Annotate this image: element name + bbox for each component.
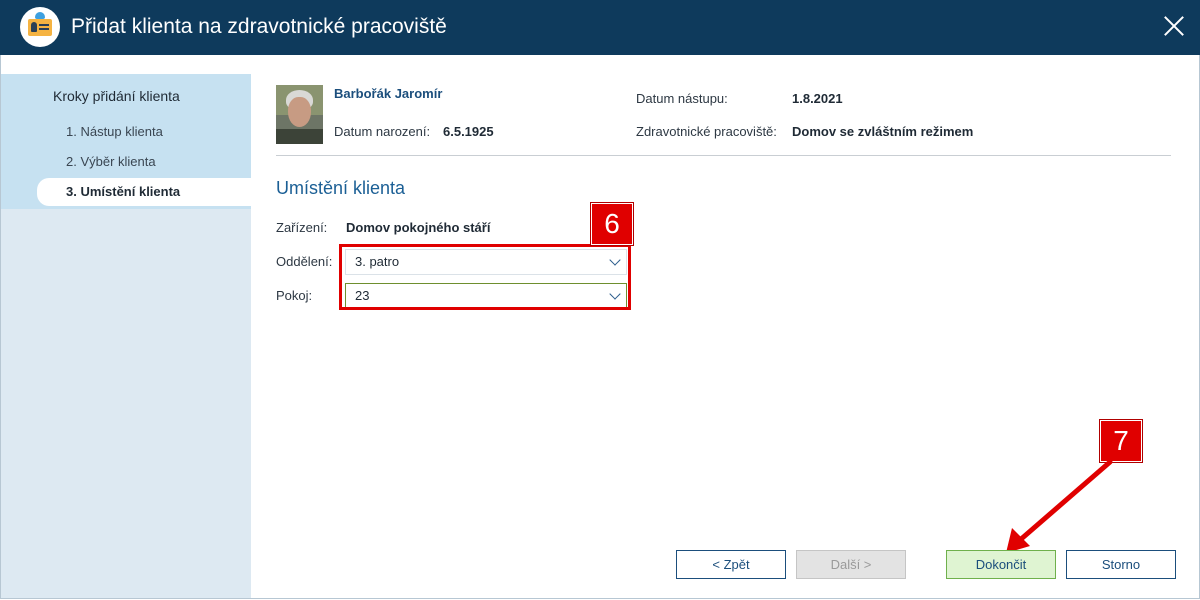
start-date-value: 1.8.2021 — [792, 91, 843, 106]
start-date-label: Datum nástupu: — [636, 91, 728, 106]
callout-badge-6: 6 — [591, 203, 633, 245]
callout-badge-7: 7 — [1100, 420, 1142, 462]
window-title: Přidat klienta na zdravotnické pracovišt… — [71, 15, 447, 38]
back-button[interactable]: < Zpět — [676, 550, 786, 579]
finish-button[interactable]: Dokončit — [946, 550, 1056, 579]
header-divider — [276, 155, 1171, 156]
step-umisteni-klienta[interactable]: 3. Umístění klienta — [37, 178, 251, 206]
birth-date-label: Datum narození: — [334, 124, 431, 139]
step-nastup-klienta[interactable]: 1. Nástup klienta — [66, 124, 163, 139]
birth-date-value: 6.5.1925 — [443, 124, 494, 139]
client-photo — [276, 85, 323, 144]
workplace-value: Domov se zvláštním režimem — [792, 124, 974, 139]
room-label: Pokoj: — [276, 288, 313, 303]
facility-value: Domov pokojného stáří — [346, 220, 491, 235]
step-vyber-klienta[interactable]: 2. Výběr klienta — [66, 154, 156, 169]
step-umisteni-label: 3. Umístění klienta — [66, 184, 181, 199]
callout-highlight — [339, 244, 631, 310]
department-label: Oddělení: — [276, 254, 333, 269]
title-bar: Přidat klienta na zdravotnické pracovišt… — [0, 0, 1200, 55]
facility-label: Zařízení: — [276, 220, 328, 235]
steps-heading: Kroky přidání klienta — [53, 88, 180, 104]
client-card-icon — [20, 7, 60, 47]
workplace-label: Zdravotnické pracoviště: — [636, 124, 777, 139]
cancel-button[interactable]: Storno — [1066, 550, 1176, 579]
close-icon[interactable] — [1158, 11, 1191, 44]
section-title: Umístění klienta — [276, 178, 406, 198]
client-name: Barbořák Jaromír — [334, 86, 443, 101]
next-button[interactable]: Další > — [796, 550, 906, 579]
